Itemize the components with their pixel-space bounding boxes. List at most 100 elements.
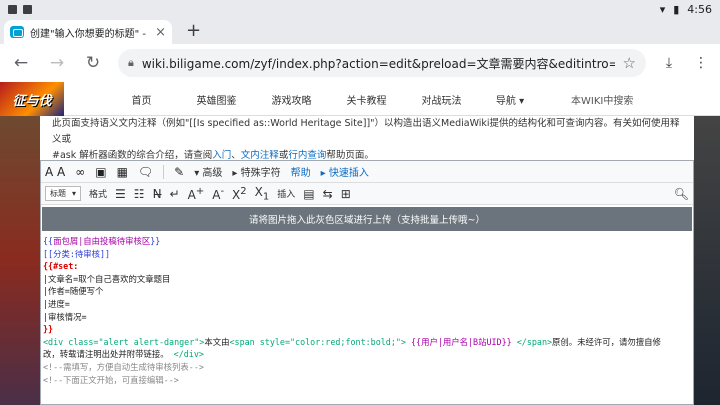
address-bar[interactable]: 🔒︎ wiki.biligame.com/zyf/index.php?actio… <box>118 49 646 77</box>
gallery-insert-icon[interactable]: ▤ <box>303 187 314 201</box>
reload-icon[interactable]: ↻ <box>82 53 104 73</box>
code-line: |进度= <box>43 298 70 309</box>
nav-item-guides[interactable]: 游戏攻略 <box>254 92 329 107</box>
nav-item-heroes[interactable]: 英雄图鉴 <box>179 92 254 107</box>
quick-insert-toggle[interactable]: ▸ 快速插入 <box>321 164 369 179</box>
code-token: </span> <box>511 336 553 347</box>
code-line: [[分类:待审核]] <box>43 248 111 259</box>
notification-icon <box>8 4 17 14</box>
signature-icon[interactable]: 🗨︎ <box>138 165 153 179</box>
table-icon[interactable]: ⊞ <box>341 187 351 201</box>
bookmark-star-icon[interactable]: ☆ <box>623 54 636 72</box>
big-text-icon[interactable]: A+ <box>188 186 205 202</box>
back-arrow-icon[interactable]: ← <box>10 53 32 73</box>
menu-dots-icon[interactable]: ⋮ <box>692 55 710 71</box>
edit-intro: 此页面支持语义文内注释（例如"[[Is specified as::World … <box>52 116 682 164</box>
code-line: {{面包屑|自由投稿待审核区}} <box>43 235 691 248</box>
code-line: <!--下面正文开始，可直接编辑--> <box>43 374 179 385</box>
code-line: 改，转载请注明出处并附带链接。 </div> <box>43 348 691 361</box>
wikitext-textarea[interactable]: {{面包屑|自由投稿待审核区}} [[分类:待审核]] {{#set: |文章名… <box>41 233 693 388</box>
pencil-icon[interactable]: ✎ <box>174 165 184 179</box>
code-token: class="alert alert-danger"> <box>63 336 205 347</box>
wiki-search-link[interactable]: 本WIKI中搜索 <box>571 92 633 107</box>
search-replace-icon[interactable]: 🔍︎ <box>674 187 689 201</box>
advanced-label: 高级 <box>202 168 223 179</box>
code-line: {{#set: <box>43 261 79 272</box>
clock: 4:56 <box>687 2 712 16</box>
main-content: 此页面支持语义文内注释（例如"[[Is specified as::World … <box>40 116 694 405</box>
nav-item-stages[interactable]: 关卡教程 <box>329 92 404 107</box>
quick-insert-label: 快速插入 <box>328 168 369 179</box>
battery-icon: ▮ <box>673 2 680 16</box>
small-text-icon[interactable]: A- <box>212 186 224 202</box>
tab-title: 创建"输入你想要的标题" - 征 <box>30 28 150 40</box>
nowiki-icon[interactable]: N̶ <box>153 187 162 201</box>
special-chars-toggle[interactable]: ▸ 特殊字符 <box>232 164 280 179</box>
code-token: 原创。未经许可，请勿擅自修 <box>552 336 661 347</box>
gallery-icon[interactable]: ▦ <box>117 165 128 179</box>
code-token: <span style="color:red;font:bold;"> <box>229 336 406 347</box>
site-logo[interactable]: 征与伐 <box>0 82 64 116</box>
subscript-icon[interactable]: X1 <box>255 185 270 202</box>
image-icon[interactable]: ▣ <box>95 165 106 179</box>
insert-label: 插入 <box>277 190 296 200</box>
bullet-list-icon[interactable]: ☰ <box>115 187 126 201</box>
text-size-icon[interactable]: A A <box>45 165 65 179</box>
chevron-down-icon: ▾ <box>519 95 525 107</box>
browser-toolbar: ← → ↻ 🔒︎ wiki.biligame.com/zyf/index.php… <box>0 44 720 82</box>
newline-icon[interactable]: ↵ <box>170 187 180 201</box>
url-text[interactable]: wiki.biligame.com/zyf/index.php?action=e… <box>142 55 615 72</box>
code-token: }} <box>150 236 161 246</box>
background-art-left <box>0 116 40 405</box>
nav-item-navigation[interactable]: 导航 ▾ <box>479 92 541 107</box>
format-label: 格式 <box>89 190 108 200</box>
intro-line-1: 此页面支持语义文内注释（例如"[[Is specified as::World … <box>52 118 680 145</box>
editor-toolbar-main: A A ∞ ▣ ▦ 🗨︎ ✎ ▾ 高级 ▸ 特殊字符 帮助 ▸ 快速插入 <box>41 161 693 183</box>
code-line: <div class="alert alert-danger">本文由<span… <box>43 336 691 349</box>
notification-icon <box>23 4 32 14</box>
numbered-list-icon[interactable]: ☷ <box>134 187 145 201</box>
link-icon[interactable]: ∞ <box>75 165 85 179</box>
code-token: |自由投稿待审核区 <box>78 236 151 246</box>
code-line: |作者=随便写个 <box>43 286 104 297</box>
code-line: }} <box>43 324 54 335</box>
nav-item-navigation-label: 导航 <box>495 95 516 107</box>
code-token: </div> <box>173 349 204 360</box>
image-dropzone[interactable]: 请将图片拖入此灰色区域进行上传（支持批量上传哦~） <box>42 207 692 231</box>
chevron-down-icon: ▾ <box>72 189 77 198</box>
code-line: |审核情况= <box>43 311 87 322</box>
code-token: <div <box>43 336 64 347</box>
forward-arrow-icon[interactable]: → <box>46 53 68 73</box>
wifi-icon: ▾ <box>659 2 666 16</box>
heading-select[interactable]: 标题 ▾ <box>45 186 82 201</box>
editor-toolbar-advanced: 标题 ▾ 格式 ☰ ☷ N̶ ↵ A+ A- X2 X1 插入 ▤ ⇆ ⊞ 🔍︎ <box>41 183 693 205</box>
bilibili-favicon-icon <box>10 26 24 38</box>
status-bar: ▾ ▮ 4:56 <box>0 0 720 18</box>
site-nav: 首页 英雄图鉴 游戏攻略 关卡教程 对战玩法 导航 ▾ 本WIKI中搜索 <box>104 82 634 116</box>
divider <box>163 164 165 179</box>
heading-select-label: 标题 <box>50 189 66 198</box>
download-icon[interactable]: ⤓ <box>660 55 678 71</box>
advanced-toggle[interactable]: ▾ 高级 <box>194 164 222 179</box>
superscript-icon[interactable]: X2 <box>232 186 247 202</box>
tab-strip: 创建"输入你想要的标题" - 征 × + <box>0 18 720 44</box>
lock-icon: 🔒︎ <box>128 56 134 69</box>
new-tab-button[interactable]: + <box>186 20 201 41</box>
background-art-right <box>694 116 720 405</box>
redirect-icon[interactable]: ⇆ <box>323 187 333 201</box>
help-toggle[interactable]: 帮助 <box>291 164 311 179</box>
code-token: 改，转载请注明出处并附带链接。 <box>43 349 169 360</box>
code-token: {{ <box>43 236 54 246</box>
browser-tab[interactable]: 创建"输入你想要的标题" - 征 × <box>4 20 172 44</box>
special-chars-label: 特殊字符 <box>240 168 281 179</box>
wikitext-editor: A A ∞ ▣ ▦ 🗨︎ ✎ ▾ 高级 ▸ 特殊字符 帮助 ▸ 快速插入 标题 ▾… <box>40 160 694 405</box>
nav-item-pvp[interactable]: 对战玩法 <box>404 92 479 107</box>
code-token: 面包屑 <box>53 236 79 246</box>
nav-item-home[interactable]: 首页 <box>104 92 179 107</box>
code-token: {{用户|用户名|B站UID}} <box>405 336 512 347</box>
code-token: 本文由 <box>204 336 230 347</box>
code-line: <!--需填写，方便自动生成待审核列表--> <box>43 361 204 372</box>
code-line: |文章名=取个自己喜欢的文章题目 <box>43 273 171 284</box>
close-tab-icon[interactable]: × <box>155 25 166 40</box>
site-header: 征与伐 首页 英雄图鉴 游戏攻略 关卡教程 对战玩法 导航 ▾ 本WIKI中搜索 <box>0 82 720 116</box>
